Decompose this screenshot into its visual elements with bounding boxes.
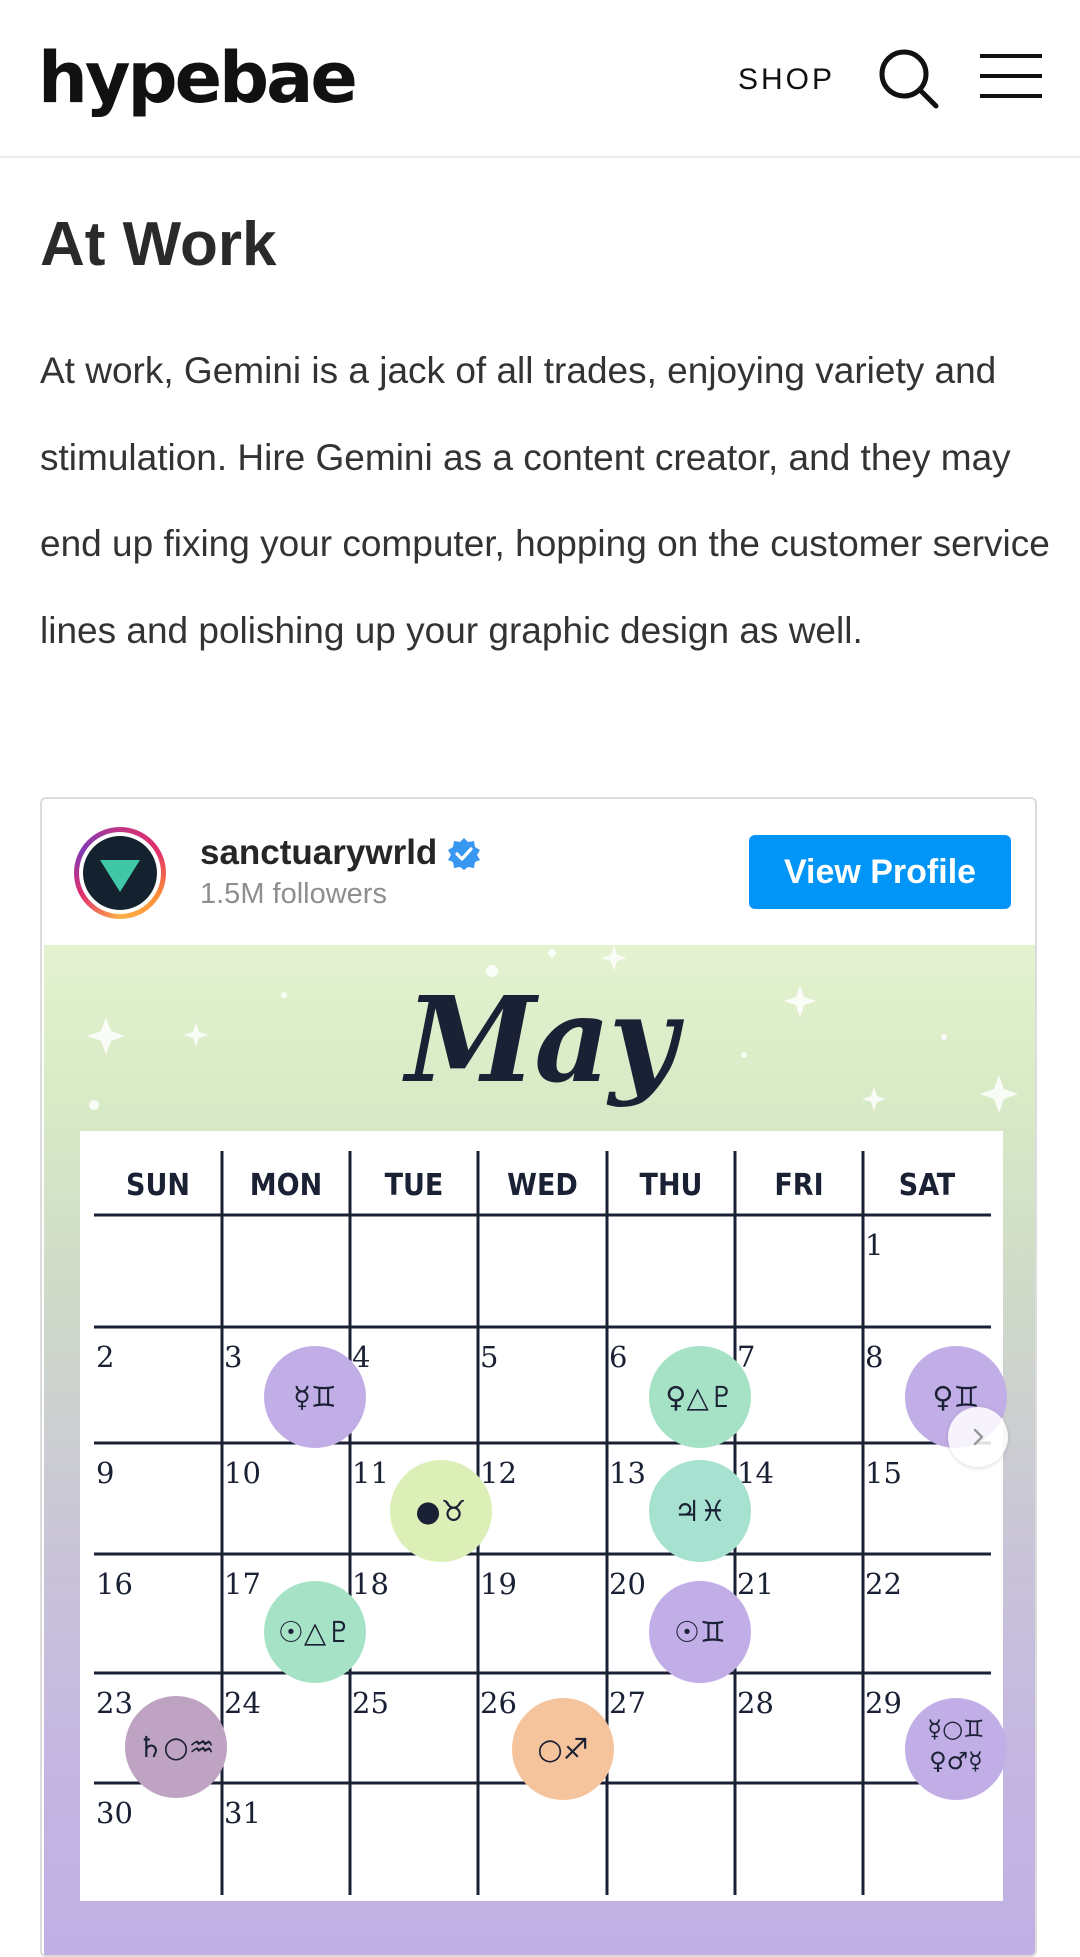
day-number: 21 (737, 1567, 774, 1601)
event-symbols: ☉△♇ (278, 1615, 352, 1649)
post-image[interactable]: May SUN MON TUE WED THU FRI SAT 1 2 3 4 5 6 7 8 9 10 11 12… (44, 945, 1035, 1955)
avatar-border (79, 832, 161, 914)
event-symbols: ☿♊ (293, 1380, 337, 1414)
event-symbols: ☉♊ (674, 1615, 726, 1649)
day-number: 28 (737, 1686, 774, 1720)
weekday-label: THU (640, 1168, 703, 1203)
site-logo[interactable]: hypebae (38, 30, 358, 126)
day-number: 30 (96, 1796, 133, 1830)
event-symbols: ♀♂☿ (929, 1747, 983, 1775)
event-symbols: ☿○♊ (927, 1715, 984, 1743)
day-number: 29 (865, 1686, 902, 1720)
day-number: 5 (480, 1340, 498, 1374)
day-number: 13 (609, 1456, 646, 1490)
verified-badge-icon (448, 838, 480, 870)
profile-avatar[interactable] (74, 827, 166, 919)
article-paragraph: At work, Gemini is a jack of all trades,… (40, 350, 1050, 651)
day-number: 27 (609, 1686, 646, 1720)
weekday-label: TUE (385, 1168, 444, 1203)
day-number: 15 (865, 1456, 902, 1490)
triangle-logo-icon (100, 860, 140, 892)
weekday-label: SUN (126, 1168, 190, 1203)
day-number: 26 (480, 1686, 517, 1720)
day-number: 31 (224, 1796, 261, 1830)
weekday-label: MON (250, 1168, 322, 1203)
event-symbols: ♄○♒ (137, 1730, 214, 1764)
day-number: 17 (224, 1567, 261, 1601)
shop-link[interactable]: SHOP (738, 60, 835, 100)
view-profile-button[interactable]: View Profile (749, 835, 1011, 909)
site-header: hypebae SHOP (0, 0, 1080, 158)
day-number: 23 (96, 1686, 133, 1720)
day-number: 9 (96, 1456, 114, 1490)
instagram-embed: sanctuarywrld 1.5M followers View Profil… (40, 797, 1037, 1957)
day-number: 18 (352, 1567, 389, 1601)
weekday-label: WED (507, 1168, 578, 1203)
weekday-label: SAT (899, 1168, 956, 1203)
day-number: 22 (865, 1567, 902, 1601)
day-number: 3 (224, 1340, 242, 1374)
event-symbols: ♀△♇ (665, 1380, 735, 1414)
day-number: 19 (480, 1567, 517, 1601)
day-number: 16 (96, 1567, 133, 1601)
day-number: 20 (609, 1567, 646, 1601)
follower-count: 1.5M followers (200, 878, 387, 910)
day-number: 25 (352, 1686, 389, 1720)
weekday-label: FRI (774, 1168, 823, 1203)
avatar-image (83, 836, 157, 910)
day-number: 1 (865, 1228, 883, 1262)
day-number: 6 (609, 1340, 627, 1374)
calendar-grid: SUN MON TUE WED THU FRI SAT12 3 4 5 6 7 89 10 11 12 13 14… (94, 1151, 1007, 1895)
profile-username[interactable]: sanctuarywrld (200, 831, 437, 875)
day-number: 11 (352, 1456, 389, 1490)
event-symbols: ●♉ (415, 1494, 466, 1528)
next-slide-button[interactable] (948, 1407, 1008, 1467)
day-number: 24 (224, 1686, 261, 1720)
search-icon[interactable] (876, 46, 940, 110)
day-number: 12 (480, 1456, 517, 1490)
event-symbols: ○♐ (537, 1732, 588, 1766)
chevron-right-icon (973, 1428, 984, 1446)
day-number: 8 (865, 1340, 883, 1374)
menu-icon[interactable] (980, 52, 1042, 100)
day-number: 2 (96, 1340, 114, 1374)
event-symbols: ♃♓ (674, 1494, 726, 1528)
section-heading: At Work (40, 210, 277, 279)
day-number: 10 (224, 1456, 261, 1490)
